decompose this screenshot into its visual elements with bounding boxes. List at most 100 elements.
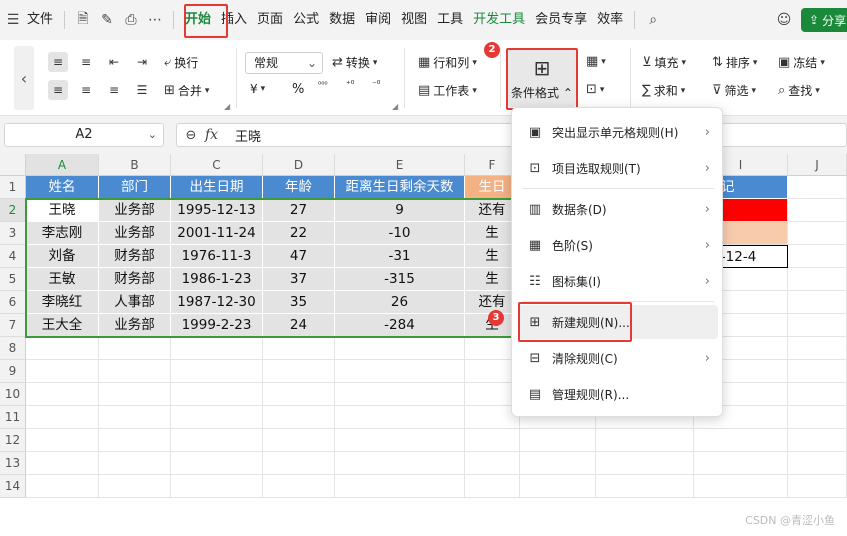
cell-d9[interactable] [263,360,335,383]
name-box[interactable]: A2 ⌄ [4,123,164,147]
cell-a11[interactable] [26,406,99,429]
cell-b6[interactable]: 人事部 [99,291,171,314]
row-header-1[interactable]: 1 [0,176,26,199]
ribbon-scroll-left-icon[interactable]: ‹ [14,46,34,110]
distribute-icon[interactable]: ☰ [132,80,152,100]
sort-button[interactable]: ⇅ 排序 ▾ [712,54,757,71]
cell-a8[interactable] [26,337,99,360]
cell-i12[interactable] [694,429,788,452]
thousands-separator-icon[interactable]: ⁰⁰⁰ [318,80,328,89]
cell-a5[interactable]: 王敏 [26,268,99,291]
cell-f12[interactable] [465,429,520,452]
cell-d5[interactable]: 37 [263,268,335,291]
cell-c9[interactable] [171,360,263,383]
dropdown-item-manage-rule[interactable]: ▤ 管理规则(R)... [518,377,718,411]
cell-c14[interactable] [171,475,263,498]
align-left-icon[interactable]: ≡ [48,80,68,100]
column-header-b[interactable]: B [99,154,171,176]
cell-c11[interactable] [171,406,263,429]
cell-a13[interactable] [26,452,99,475]
row-header-4[interactable]: 4 [0,245,26,268]
cell-d14[interactable] [263,475,335,498]
cell-style-button[interactable]: ▦ ▾ [586,54,606,69]
column-header-c[interactable]: C [171,154,263,176]
tab-review[interactable]: 审阅 [360,0,396,40]
tab-developer[interactable]: 开发工具 [468,0,530,40]
dropdown-item-top-bottom[interactable]: ⊡ 项目选取规则(T) › [518,151,718,185]
tab-efficiency[interactable]: 效率 [592,0,628,40]
column-header-a[interactable]: A [26,154,99,176]
zoom-icon[interactable]: ⊖ [177,128,205,143]
cell-f14[interactable] [465,475,520,498]
cell-d13[interactable] [263,452,335,475]
cell-e7[interactable]: -284 [335,314,465,337]
cell-j11[interactable] [788,406,847,429]
find-button[interactable]: ⌕ 查找 ▾ [778,82,820,99]
more-icon[interactable]: ⋯ [143,0,167,40]
share-button[interactable]: ⇪ 分享 [801,8,847,32]
cell-b3[interactable]: 业务部 [99,222,171,245]
cell-j7[interactable] [788,314,847,337]
cell-b14[interactable] [99,475,171,498]
align-right-icon[interactable]: ≡ [104,80,124,100]
cell-c5[interactable]: 1986-1-23 [171,268,263,291]
cell-b12[interactable] [99,429,171,452]
filter-button[interactable]: ⊽ 筛选 ▾ [712,82,756,99]
cell-c13[interactable] [171,452,263,475]
brush-icon[interactable]: ✎ [95,0,119,40]
save-icon[interactable]: 🗎 [71,0,95,40]
cell-a14[interactable] [26,475,99,498]
cell-g12[interactable] [520,429,596,452]
sum-button[interactable]: ∑ 求和 ▾ [642,82,685,99]
cell-f13[interactable] [465,452,520,475]
dropdown-item-icon-set[interactable]: ☷ 图标集(I) › [518,264,718,298]
row-header-12[interactable]: 12 [0,429,26,452]
cell-a12[interactable] [26,429,99,452]
cell-e12[interactable] [335,429,465,452]
cell-e14[interactable] [335,475,465,498]
cell-d6[interactable]: 35 [263,291,335,314]
tab-page[interactable]: 页面 [252,0,288,40]
dropdown-item-highlight-rules[interactable]: ▣ 突出显示单元格规则(H) › [518,115,718,149]
cell-g13[interactable] [520,452,596,475]
cell-i13[interactable] [694,452,788,475]
align-top-icon[interactable]: ≡ [48,52,68,72]
cell-e6[interactable]: 26 [335,291,465,314]
cell-b9[interactable] [99,360,171,383]
fill-button[interactable]: ⊻ 填充 ▾ [642,54,686,71]
expand-corner-icon[interactable]: ◢ [392,102,398,111]
cell-e1[interactable]: 距离生日剩余天数 [335,176,465,199]
chat-icon[interactable]: ☺ [772,0,796,40]
cell-b4[interactable]: 财务部 [99,245,171,268]
cell-c6[interactable]: 1987-12-30 [171,291,263,314]
dropdown-item-data-bar[interactable]: ▥ 数据条(D) › [518,192,718,226]
cell-c3[interactable]: 2001-11-24 [171,222,263,245]
cell-j9[interactable] [788,360,847,383]
cell-j5[interactable] [788,268,847,291]
cell-b2[interactable]: 业务部 [99,199,171,222]
cell-g14[interactable] [520,475,596,498]
cell-e11[interactable] [335,406,465,429]
cell-e10[interactable] [335,383,465,406]
cell-d3[interactable]: 22 [263,222,335,245]
menu-icon[interactable]: ☰ [4,0,22,40]
freeze-button[interactable]: ▣ 冻结 ▾ [778,54,825,71]
cell-b5[interactable]: 财务部 [99,268,171,291]
align-middle-icon[interactable]: ≡ [76,52,96,72]
cell-a1[interactable]: 姓名 [26,176,99,199]
tab-data[interactable]: 数据 [324,0,360,40]
cell-a4[interactable]: 刘备 [26,245,99,268]
tab-view[interactable]: 视图 [396,0,432,40]
tab-home[interactable]: 开始 [180,0,216,40]
indent-decrease-icon[interactable]: ⇤ [104,52,124,72]
row-header-7[interactable]: 7 [0,314,26,337]
row-header-13[interactable]: 13 [0,452,26,475]
cell-a10[interactable] [26,383,99,406]
cell-a6[interactable]: 李晓红 [26,291,99,314]
cell-h13[interactable] [596,452,694,475]
convert-button[interactable]: ⇄ 转换 ▾ [332,54,377,71]
cell-d10[interactable] [263,383,335,406]
column-header-e[interactable]: E [335,154,465,176]
tab-formula[interactable]: 公式 [288,0,324,40]
indent-increase-icon[interactable]: ⇥ [132,52,152,72]
